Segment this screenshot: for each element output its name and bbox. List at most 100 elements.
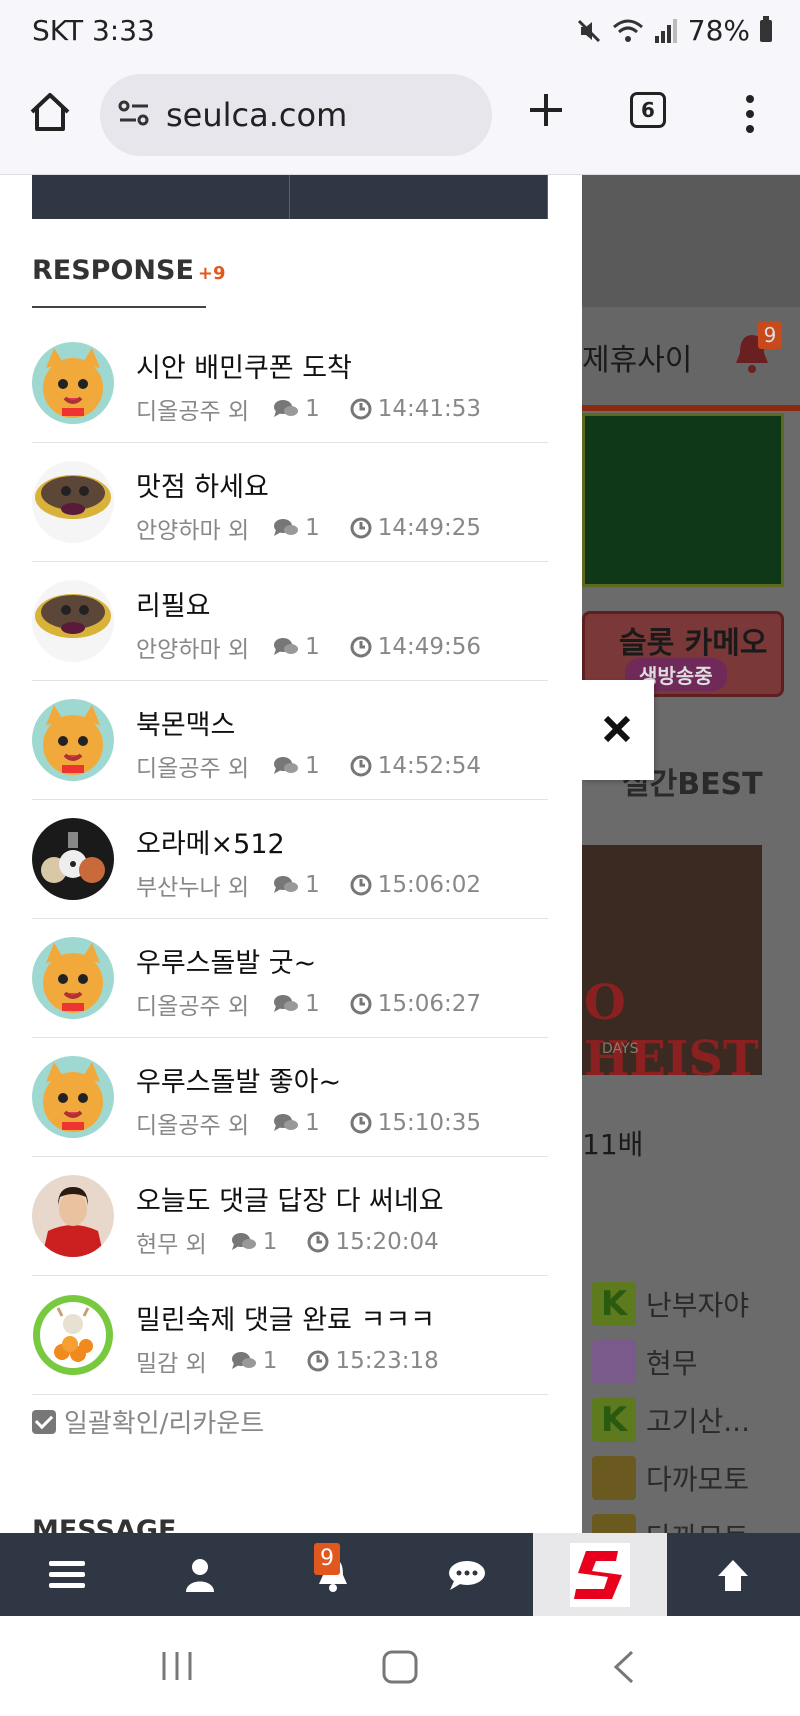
chat-button[interactable] xyxy=(400,1533,533,1616)
response-title[interactable]: 오늘도 댓글 답장 다 써네요 xyxy=(136,1179,444,1218)
address-bar[interactable]: seulca.com xyxy=(100,74,492,156)
comments-icon xyxy=(274,876,299,893)
home-nav-icon[interactable] xyxy=(382,1650,418,1684)
clock-icon xyxy=(307,1231,329,1253)
chat-icon[interactable] xyxy=(448,1559,486,1591)
bg-user: 다까모토 xyxy=(592,1449,750,1507)
response-time: 15:23:18 xyxy=(335,1348,439,1374)
response-item[interactable]: 밀린숙제 댓글 완료 ㅋㅋㅋ 밀감 외 1 15:23:18 xyxy=(32,1276,548,1395)
new-tab-icon[interactable] xyxy=(526,90,566,130)
response-author: 현무 외 xyxy=(136,1232,207,1258)
site-bottom-nav: 9 xyxy=(0,1533,800,1616)
bg-user: 현무 xyxy=(592,1333,750,1391)
avatar xyxy=(32,1294,114,1376)
message-heading: MESSAGE xyxy=(32,1515,177,1533)
response-count: +9 xyxy=(197,263,226,284)
comment-count: 1 xyxy=(305,991,320,1017)
recent-apps-icon[interactable] xyxy=(160,1650,194,1682)
response-title[interactable]: 밀린숙제 댓글 완료 ㅋㅋㅋ xyxy=(136,1298,435,1337)
bg-nav: 제휴사이 9 xyxy=(582,307,800,411)
response-author: 안양하마 외 xyxy=(136,518,250,544)
comment-count: 1 xyxy=(305,872,320,898)
browser-toolbar: seulca.com 6 xyxy=(0,66,800,175)
mute-icon xyxy=(577,19,600,42)
clock-icon xyxy=(350,398,372,420)
menu-button[interactable] xyxy=(0,1533,133,1616)
status-carrier-time: SKT 3:33 xyxy=(32,14,155,47)
tab-switcher-button[interactable]: 6 xyxy=(630,92,666,128)
more-menu-icon[interactable] xyxy=(744,94,756,134)
url-text[interactable]: seulca.com xyxy=(166,96,347,134)
avatar xyxy=(32,342,114,424)
home-icon[interactable] xyxy=(28,90,72,134)
response-title[interactable]: 오라메×512 xyxy=(136,822,285,861)
comment-count: 1 xyxy=(305,396,320,422)
status-icons: 78% xyxy=(576,14,772,47)
bg-user: K 난부자야 xyxy=(592,1275,750,1333)
battery-icon xyxy=(760,15,772,42)
bg-multiplier: 11배 xyxy=(582,1128,644,1161)
comments-icon xyxy=(274,400,299,417)
response-item[interactable]: 맛점 하세요 안양하마 외 1 14:49:25 xyxy=(32,443,548,562)
comments-icon xyxy=(231,1352,256,1369)
panel-top-button[interactable] xyxy=(32,175,290,219)
close-icon[interactable] xyxy=(602,714,632,744)
response-title[interactable]: 북몬맥스 xyxy=(136,703,235,742)
hamburger-icon[interactable] xyxy=(48,1560,85,1590)
comments-icon xyxy=(231,1233,256,1250)
response-title[interactable]: 우루스돌발 좋아~ xyxy=(136,1060,341,1099)
clock-icon xyxy=(350,1112,372,1134)
avatar xyxy=(32,580,114,662)
response-item[interactable]: 시안 배민쿠폰 도착 디올공주 외 1 14:41:53 xyxy=(32,324,548,443)
response-meta: 밀감 외 1 15:23:18 xyxy=(136,1344,439,1378)
avatar xyxy=(32,461,114,543)
response-author: 밀감 외 xyxy=(136,1351,207,1377)
checkbox-checked-icon[interactable] xyxy=(32,1409,56,1434)
response-item[interactable]: 북몬맥스 디올공주 외 1 14:52:54 xyxy=(32,681,548,800)
comment-count: 1 xyxy=(262,1348,278,1374)
comments-icon xyxy=(274,519,299,536)
background-page: 제휴사이 9 슬롯 카메오 생방송중 실간BEST O HEIST DAYS 1… xyxy=(582,175,800,1533)
site-logo-button[interactable] xyxy=(533,1533,667,1616)
response-title[interactable]: 시안 배민쿠폰 도착 xyxy=(136,346,352,385)
site-logo-icon[interactable] xyxy=(568,1541,632,1609)
response-item[interactable]: 리필요안양하마 외 1 14:49:56 xyxy=(32,562,548,681)
close-panel-button[interactable] xyxy=(582,680,654,780)
response-title[interactable]: 리필요 xyxy=(136,584,211,623)
clock-icon xyxy=(350,755,372,777)
response-time: 14:49:56 xyxy=(377,634,482,660)
response-item[interactable]: 오라메×512 부산누나 외 1 15:06:02 xyxy=(32,800,548,919)
panel-top-button[interactable] xyxy=(290,175,548,219)
avatar xyxy=(32,937,114,1019)
response-meta: 디올공주 외 1 15:10:35 xyxy=(136,1106,481,1140)
comments-icon xyxy=(274,995,299,1012)
comment-count: 1 xyxy=(305,753,320,779)
response-time: 15:06:27 xyxy=(377,991,482,1017)
bg-nav-text: 제휴사이 xyxy=(582,343,693,378)
bg-user: 다까모토 xyxy=(592,1507,750,1533)
comment-count: 1 xyxy=(305,515,320,541)
response-item[interactable]: 우루스돌발 좋아~ 디올공주 외 1 15:10:35 xyxy=(32,1038,548,1157)
response-meta: 안양하마 외 1 14:49:56 xyxy=(136,630,481,664)
bg-user-list: K난부자야 현무 K고기산... 다까모토 다까모토 xyxy=(592,1275,750,1533)
response-item[interactable]: 우루스돌발 굿~ 디올공주 외 1 15:06:27 xyxy=(32,919,548,1038)
response-title[interactable]: 맛점 하세요 xyxy=(136,465,269,504)
system-nav-bar xyxy=(0,1616,800,1716)
site-settings-icon[interactable] xyxy=(118,98,150,128)
response-meta: 디올공주 외 1 15:06:27 xyxy=(136,987,481,1021)
response-heading: RESPONSE +9 xyxy=(32,255,226,286)
battery-percent: 78% xyxy=(687,14,750,47)
bulk-confirm-checkbox[interactable]: 일괄확인/리카운트 xyxy=(32,1403,264,1440)
bg-bell-badge: 9 xyxy=(758,321,782,349)
profile-button[interactable] xyxy=(133,1533,266,1616)
arrow-up-icon[interactable] xyxy=(715,1557,751,1593)
status-bar: SKT 3:33 78% xyxy=(0,0,800,66)
avatar xyxy=(32,1175,114,1257)
scroll-top-button[interactable] xyxy=(667,1533,800,1616)
response-title[interactable]: 우루스돌발 굿~ xyxy=(136,941,316,980)
comments-icon xyxy=(274,1114,299,1131)
user-icon[interactable] xyxy=(185,1558,215,1592)
response-item[interactable]: 오늘도 댓글 답장 다 써네요 현무 외 1 15:20:04 xyxy=(32,1157,548,1276)
back-icon[interactable] xyxy=(612,1650,636,1684)
clock-icon xyxy=(350,636,372,658)
